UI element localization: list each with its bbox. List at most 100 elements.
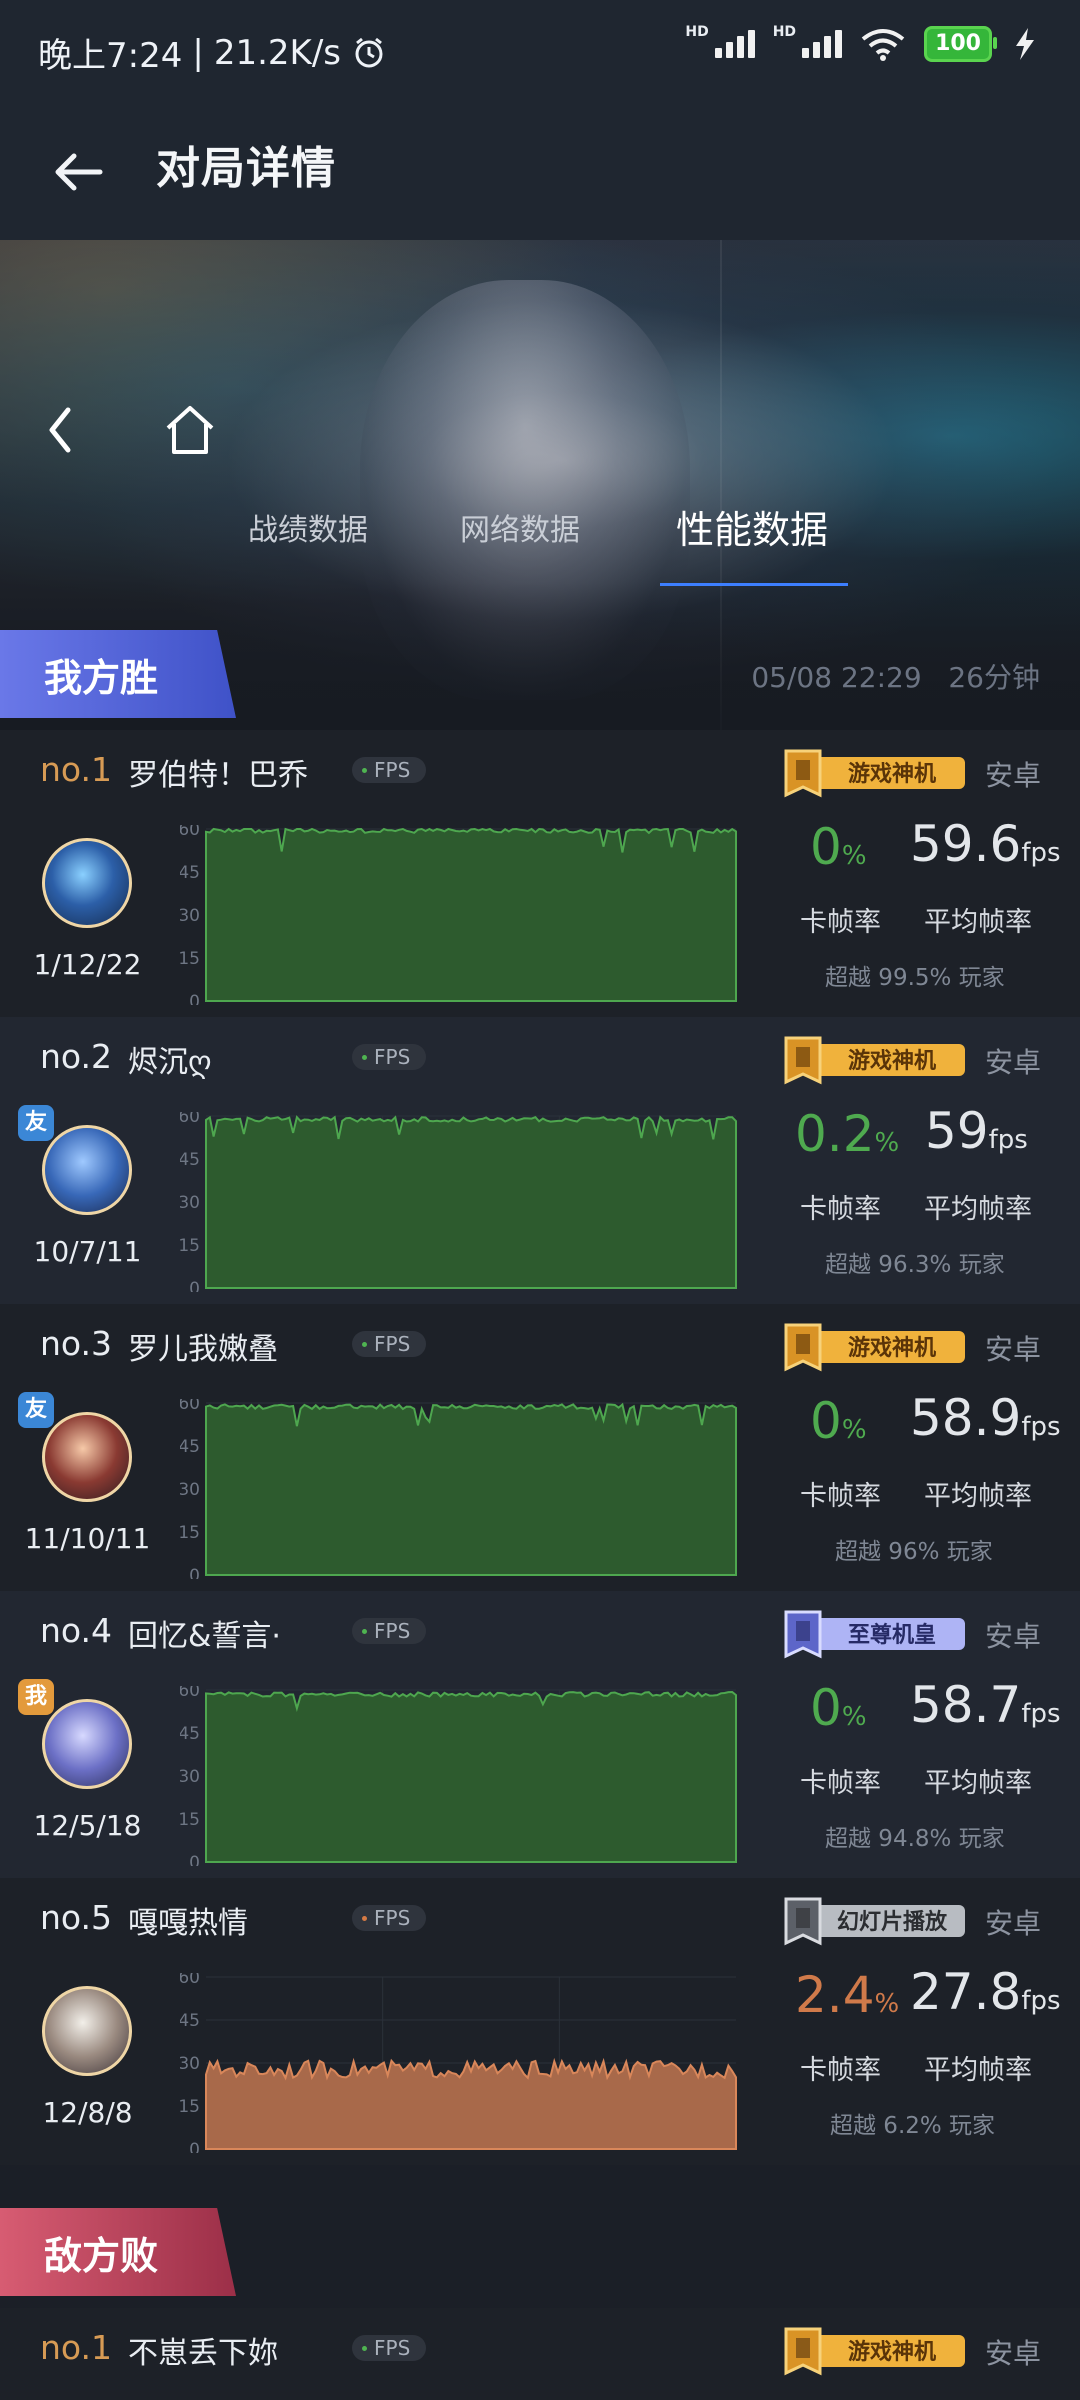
y-tick-label: 30 <box>180 2054 200 2074</box>
player-name: 罗儿我嫩叠 <box>128 1332 278 1367</box>
stutter-rate-value: 0% <box>810 818 867 876</box>
hero-avatar[interactable] <box>42 1125 132 1215</box>
tab-network-data[interactable]: 网络数据 <box>460 505 580 549</box>
my-team-header: 我方胜 05/08 22:29 26分钟 <box>0 630 1080 730</box>
fps-tag: FPS <box>352 757 427 783</box>
hero-avatar[interactable] <box>42 1412 132 1502</box>
hero-avatar[interactable] <box>42 1986 132 2076</box>
player-card[interactable]: no.4 回忆&誓言· FPS 至尊机皇 安卓 我 12/5/18 0 15 30 4… <box>0 1591 1080 1878</box>
y-tick-label: 60 <box>180 1973 200 1988</box>
my-team-result: 我方胜 <box>0 630 236 718</box>
stutter-rate-value: 0% <box>810 1679 867 1737</box>
avg-fps-value: 27.8fps <box>910 1963 1061 2021</box>
percentile-text: 超越 94.8% 玩家 <box>825 1826 1005 1852</box>
y-tick-label: 60 <box>180 1399 200 1414</box>
y-tick-label: 45 <box>180 2011 200 2031</box>
fps-series-area <box>205 1115 737 1289</box>
avg-fps-label: 平均帧率 <box>924 1481 1032 1512</box>
y-tick-label: 45 <box>180 1150 200 1170</box>
percentile-text: 超越 96% 玩家 <box>835 1539 993 1565</box>
y-tick-label: 0 <box>189 992 200 1005</box>
player-card[interactable]: no.5 嘎嘎热情 FPS 幻灯片播放 安卓 12/8/8 0 15 30 45 60 … <box>0 1878 1080 2165</box>
kda-label: 10/7/11 <box>33 1235 142 1268</box>
percentile-text: 超越 6.2% 玩家 <box>830 2113 996 2139</box>
match-duration: 26分钟 <box>948 661 1040 694</box>
stutter-rate-label: 卡帧率 <box>800 2055 881 2086</box>
player-rank: no.4 <box>40 1611 113 1650</box>
fps-series-area <box>205 1690 737 1863</box>
y-tick-label: 15 <box>180 1236 200 1256</box>
friend-tag: 友 <box>18 1105 54 1141</box>
player-rank: no.1 <box>40 750 113 789</box>
status-right: HD HD 100 <box>685 24 1040 62</box>
enemy-team-result: 敌方败 <box>0 2208 236 2296</box>
enemy-rank: no.1 <box>40 2328 113 2367</box>
fps-chart: 0 15 30 45 60 <box>180 1686 737 1866</box>
fps-series-area <box>205 1402 737 1576</box>
player-card[interactable]: no.2 烬沉ღ FPS 游戏神机 安卓 友 10/7/11 0 15 30 45 60… <box>0 1017 1080 1304</box>
enemy-player-card[interactable]: no.1 不崽丢下妳 FPS 游戏神机 安卓 <box>0 2308 1080 2400</box>
y-tick-label: 0 <box>189 1853 200 1866</box>
avg-fps-label: 平均帧率 <box>924 1768 1032 1799</box>
device-badge-icon: 幻灯片播放 <box>784 1897 965 1946</box>
hero-avatar[interactable] <box>42 838 132 928</box>
avg-fps-value: 59fps <box>925 1102 1028 1160</box>
y-tick-label: 60 <box>180 825 200 840</box>
kda-label: 11/10/11 <box>24 1522 151 1555</box>
alarm-icon <box>355 37 383 67</box>
stutter-rate-label: 卡帧率 <box>800 907 881 938</box>
enemy-team-header: 敌方败 <box>0 2208 1080 2308</box>
tab-active-indicator <box>660 583 848 586</box>
platform-label: 安卓 <box>985 1620 1042 1653</box>
friend-tag: 友 <box>18 1392 54 1428</box>
kda-label: 1/12/22 <box>33 948 142 981</box>
fps-tag: FPS <box>352 1044 427 1070</box>
back-arrow-icon[interactable] <box>50 144 106 200</box>
y-tick-label: 30 <box>180 1767 200 1787</box>
badge-label: 至尊机皇 <box>848 1622 936 1648</box>
kda-label: 12/5/18 <box>33 1809 142 1842</box>
avg-fps-label: 平均帧率 <box>924 1194 1032 1225</box>
tab-battle-data[interactable]: 战绩数据 <box>248 505 368 549</box>
svg-text:游戏神机: 游戏神机 <box>848 2339 936 2365</box>
player-card[interactable]: no.1 罗伯特！巴乔 FPS 游戏神机 安卓 1/12/22 0 15 30 45 6… <box>0 730 1080 1017</box>
stutter-rate-value: 0% <box>810 1392 867 1450</box>
y-tick-label: 30 <box>180 906 200 926</box>
match-time: 05/08 22:29 26分钟 <box>751 656 1040 696</box>
hero-avatar[interactable] <box>42 1699 132 1789</box>
player-rank: no.2 <box>40 1037 113 1076</box>
stutter-rate-label: 卡帧率 <box>800 1768 881 1799</box>
player-rank: no.5 <box>40 1898 113 1937</box>
battery-indicator: 100 <box>924 26 997 62</box>
tab-performance-data[interactable]: 性能数据 <box>676 499 828 554</box>
platform-label: 安卓 <box>985 2337 1042 2370</box>
percentile-text: 超越 96.3% 玩家 <box>825 1252 1005 1278</box>
wifi-icon <box>861 29 905 61</box>
stutter-rate-value: 0.2% <box>795 1105 900 1163</box>
platform-label: 安卓 <box>985 1907 1042 1940</box>
avg-fps-label: 平均帧率 <box>924 2055 1032 2086</box>
badge-label: 游戏神机 <box>848 1335 936 1361</box>
y-tick-label: 15 <box>180 1810 200 1830</box>
platform-label: 安卓 <box>985 1333 1042 1366</box>
fps-tag: FPS <box>352 1618 427 1644</box>
status-bar: 晚上7:24 | 21.2K/s HD HD 100 <box>0 0 1080 100</box>
stutter-rate-label: 卡帧率 <box>800 1481 881 1512</box>
y-tick-label: 0 <box>189 1566 200 1579</box>
avg-fps-value: 58.7fps <box>910 1676 1061 1734</box>
network-speed: 21.2K/s <box>213 32 341 73</box>
player-card[interactable]: no.3 罗儿我嫩叠 FPS 游戏神机 安卓 友 11/10/11 0 15 30 4… <box>0 1304 1080 1591</box>
player-name: 回忆&誓言· <box>128 1619 281 1654</box>
tab-bar: 战绩数据 网络数据 性能数据 <box>0 505 1080 565</box>
signal-icon-1: HD <box>685 24 755 58</box>
home-icon[interactable] <box>160 400 220 460</box>
chevron-left-icon[interactable] <box>40 400 80 460</box>
fps-chart: 0 15 30 45 60 <box>180 1399 737 1579</box>
fps-series-area <box>205 827 737 1002</box>
page-title: 对局详情 <box>156 143 336 194</box>
y-tick-label: 15 <box>180 1523 200 1543</box>
y-tick-label: 45 <box>180 1437 200 1457</box>
match-date: 05/08 22:29 <box>751 661 922 694</box>
percentile-text: 超越 99.5% 玩家 <box>825 965 1005 991</box>
avg-fps-value: 59.6fps <box>910 815 1061 873</box>
